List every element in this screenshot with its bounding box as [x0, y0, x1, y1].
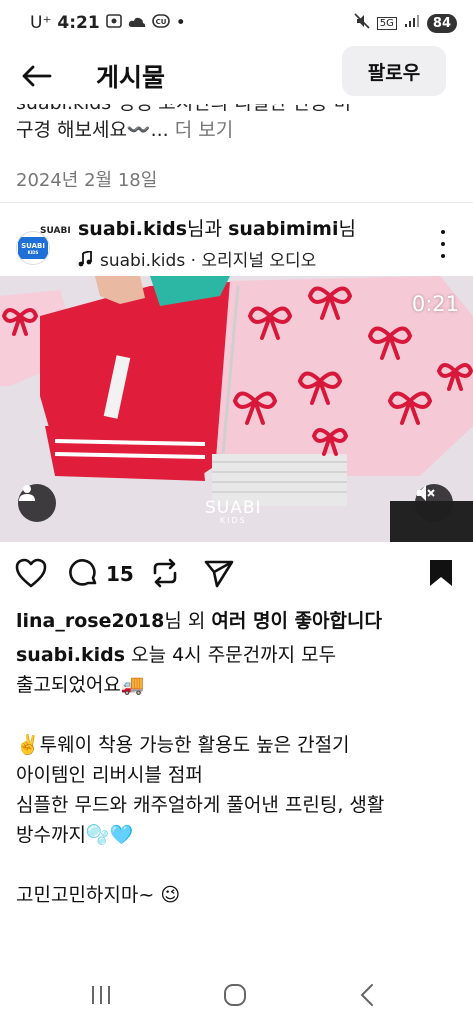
- person-icon: [19, 485, 35, 501]
- cu-app-icon: CU: [151, 13, 170, 33]
- divider: [0, 202, 473, 203]
- home-icon: [224, 984, 246, 1006]
- save-button[interactable]: [424, 556, 458, 590]
- likes-mid: 님 외: [164, 610, 206, 632]
- previous-post-date: 2024년 2월 18일: [16, 170, 158, 191]
- tagged-users-button[interactable]: [18, 484, 56, 522]
- clock: 4:21: [57, 13, 100, 33]
- caption-line: 출고되었어요🚚: [16, 674, 145, 696]
- video-watermark: SUABI KIDS: [205, 500, 262, 526]
- cloud-icon: [128, 13, 146, 33]
- post-header: SUABI KIDS SUABI suabi.kids님과 suabimimi님…: [0, 204, 473, 276]
- kebab-icon[interactable]: [434, 230, 452, 258]
- avatar[interactable]: SUABI KIDS: [16, 231, 50, 265]
- caption-line: 방수까지🫧🩵: [16, 824, 134, 846]
- muted-speaker-icon: [417, 485, 435, 501]
- avatar-logo: SUABI KIDS: [18, 237, 48, 259]
- repost-button[interactable]: [148, 556, 182, 590]
- audio-link[interactable]: suabi.kids · 오리지널 오디오: [78, 246, 316, 271]
- recent-apps-button[interactable]: [84, 980, 118, 1010]
- author-join: 님과: [187, 218, 223, 240]
- post-video[interactable]: 0:21 SUABI KIDS: [0, 276, 473, 542]
- audio-label: suabi.kids · 오리지널 오디오: [100, 251, 317, 271]
- heart-icon: [15, 558, 47, 588]
- author-username[interactable]: suabi.kids: [78, 218, 187, 240]
- avatar-logo-text: SUABI: [21, 241, 45, 250]
- previous-caption-line: suabi.kids 생생 코치단의 리얼한 반응 미: [16, 104, 456, 117]
- mute-status-icon: [354, 13, 370, 33]
- video-duration: 0:21: [411, 292, 459, 316]
- signal-icon: [404, 14, 420, 32]
- caption-line: [16, 850, 456, 880]
- likes-rest[interactable]: 여러 명이 좋아합니다: [211, 610, 382, 632]
- comment-icon: [69, 559, 97, 586]
- previous-post-caption: suabi.kids 생생 코치단의 리얼한 반응 미 구경 해보세요〰️...…: [16, 104, 456, 158]
- comment-button[interactable]: [66, 556, 100, 590]
- send-icon: [204, 560, 234, 588]
- notification-dot: •: [175, 13, 186, 33]
- battery-indicator: 84: [426, 13, 457, 33]
- back-button[interactable]: [18, 58, 54, 94]
- screenshot-icon: [105, 13, 122, 33]
- network-label: 5G: [376, 16, 397, 30]
- page-title: 게시물: [96, 63, 166, 92]
- carrier-label: U⁺: [30, 13, 52, 33]
- repost-icon: [153, 558, 177, 588]
- caption-line: [16, 700, 456, 730]
- follow-button[interactable]: 팔로우: [342, 46, 446, 96]
- recent-apps-icon: [92, 986, 110, 1004]
- caption-username[interactable]: suabi.kids: [16, 644, 125, 666]
- status-bar: U⁺ 4:21 CU • 5G 84: [0, 0, 473, 46]
- post-caption: suabi.kids 오늘 4시 주문건까지 모두 출고되었어요🚚 ✌️투웨이 …: [16, 640, 456, 910]
- like-button[interactable]: [14, 556, 48, 590]
- post-author[interactable]: suabi.kids님과 suabimimi님: [78, 214, 356, 241]
- avatar-logo-sub: KIDS: [27, 249, 39, 255]
- likes-username[interactable]: lina_rose2018: [16, 610, 164, 632]
- author-suffix: 님: [338, 218, 356, 240]
- arrow-left-icon: [22, 65, 52, 87]
- caption-line: ✌️투웨이 착용 가능한 활용도 높은 간절기: [16, 734, 350, 756]
- previous-caption-line: 구경 해보세요〰️...: [16, 119, 169, 141]
- mute-button[interactable]: [415, 484, 453, 522]
- avatar-tag: SUABI: [40, 226, 71, 236]
- likes-summary[interactable]: lina_rose2018님 외 여러 명이 좋아합니다: [16, 606, 382, 633]
- app-bar: 게시물 팔로우: [0, 46, 473, 102]
- author-username[interactable]: suabimimi: [228, 218, 338, 240]
- share-button[interactable]: [202, 556, 236, 590]
- music-note-icon: [78, 250, 92, 266]
- caption-line: 아이템인 리버시블 점퍼: [16, 764, 203, 786]
- comment-count: 15: [106, 562, 134, 586]
- caption-line: 고민고민하지마~ 😉: [16, 884, 181, 906]
- svg-text:CU: CU: [155, 18, 166, 26]
- watermark-text: SUABI: [205, 498, 262, 518]
- bookmark-icon: [430, 560, 452, 586]
- home-button[interactable]: [218, 980, 252, 1010]
- chevron-left-icon: [360, 984, 373, 1006]
- system-back-button[interactable]: [350, 980, 384, 1010]
- system-nav-bar: [0, 968, 473, 1024]
- caption-line: 심플한 무드와 캐주얼하게 풀어낸 프린팅, 생활: [16, 794, 385, 816]
- caption-line: 오늘 4시 주문건까지 모두: [131, 644, 337, 666]
- post-actions: 15: [0, 552, 473, 596]
- more-link[interactable]: 더 보기: [175, 119, 233, 141]
